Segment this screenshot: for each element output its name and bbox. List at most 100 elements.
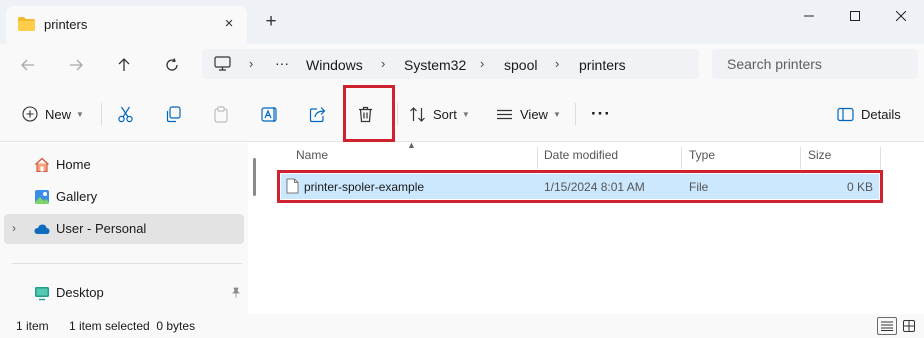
share-icon bbox=[309, 106, 326, 122]
tab-title: printers bbox=[44, 17, 88, 32]
sort-label: Sort bbox=[433, 106, 457, 122]
refresh-icon bbox=[166, 58, 178, 71]
sidebar-item-label: User - Personal bbox=[56, 221, 147, 236]
breadcrumb-separator: › bbox=[480, 56, 485, 71]
home-icon bbox=[34, 157, 50, 173]
chevron-down-icon: ▼ bbox=[461, 109, 470, 119]
more-options-button[interactable]: ··· bbox=[591, 100, 611, 128]
gallery-icon bbox=[34, 189, 50, 205]
status-bar: 1 item 1 item selected 0 bytes bbox=[0, 314, 924, 338]
breadcrumb-windows[interactable]: Windows bbox=[306, 57, 363, 73]
navigation-pane: Home Gallery › User - Personal Desktop bbox=[0, 143, 248, 314]
paste-button[interactable] bbox=[213, 100, 230, 128]
chevron-down-icon: ▼ bbox=[552, 109, 561, 119]
view-button[interactable]: View ▼ bbox=[496, 100, 561, 128]
details-view-button[interactable] bbox=[877, 317, 897, 335]
share-button[interactable] bbox=[309, 100, 326, 128]
column-divider[interactable] bbox=[800, 147, 801, 169]
details-label: Details bbox=[861, 106, 901, 122]
tiles-view-button[interactable] bbox=[899, 317, 919, 335]
more-icon: ··· bbox=[591, 104, 611, 123]
breadcrumb-separator: › bbox=[381, 56, 386, 71]
minimize-icon bbox=[804, 15, 814, 17]
rename-icon bbox=[261, 106, 277, 122]
plus-circle-icon bbox=[22, 106, 38, 122]
breadcrumb-printers[interactable]: printers bbox=[579, 57, 626, 73]
sort-button[interactable]: Sort ▼ bbox=[409, 100, 470, 128]
folder-icon bbox=[18, 17, 35, 31]
sidebar-item-user-personal[interactable]: › User - Personal bbox=[4, 214, 244, 244]
tiles-view-icon bbox=[903, 320, 915, 332]
maximize-button[interactable] bbox=[832, 0, 878, 32]
address-row: › ··· Windows › System32 › spool › print… bbox=[0, 44, 924, 86]
sidebar-scrollbar[interactable] bbox=[253, 158, 256, 196]
close-tab-icon[interactable]: × bbox=[220, 15, 238, 33]
sort-icon bbox=[410, 106, 425, 122]
paste-icon bbox=[214, 105, 228, 123]
column-divider[interactable] bbox=[681, 147, 682, 169]
column-divider[interactable] bbox=[880, 147, 881, 169]
row-highlight-box bbox=[277, 170, 883, 203]
this-pc-icon bbox=[214, 56, 231, 74]
search-box[interactable]: Search printers bbox=[712, 49, 918, 79]
column-divider[interactable] bbox=[537, 147, 538, 169]
sidebar-item-label: Desktop bbox=[56, 285, 104, 300]
delete-highlight-box bbox=[343, 85, 395, 142]
pin-icon[interactable] bbox=[230, 286, 241, 301]
rename-button[interactable] bbox=[261, 100, 279, 128]
refresh-button[interactable] bbox=[158, 52, 186, 78]
forward-button[interactable] bbox=[62, 52, 90, 78]
scissors-icon bbox=[118, 106, 133, 122]
breadcrumb-separator: › bbox=[555, 56, 560, 71]
up-button[interactable] bbox=[110, 52, 138, 78]
maximize-icon bbox=[850, 11, 860, 21]
cut-button[interactable] bbox=[117, 100, 134, 128]
copy-icon bbox=[166, 105, 181, 122]
divider bbox=[575, 103, 576, 125]
desktop-icon bbox=[34, 285, 50, 301]
sidebar-item-gallery[interactable]: Gallery bbox=[4, 182, 244, 212]
view-label: View bbox=[520, 106, 548, 122]
chevron-right-icon[interactable]: › bbox=[12, 221, 16, 235]
arrow-left-icon bbox=[21, 59, 34, 71]
chevron-up-icon[interactable]: ▲ bbox=[407, 140, 416, 150]
onedrive-icon bbox=[34, 221, 50, 237]
close-icon bbox=[896, 11, 906, 21]
minimize-button[interactable] bbox=[786, 0, 832, 32]
sidebar-item-label: Home bbox=[56, 157, 91, 172]
selection-info: 1 item selected 0 bytes bbox=[69, 319, 196, 333]
sidebar-item-home[interactable]: Home bbox=[4, 150, 244, 180]
new-label: New bbox=[45, 106, 72, 122]
sidebar-item-label: Gallery bbox=[56, 189, 98, 204]
item-count: 1 item bbox=[16, 319, 49, 333]
arrow-right-icon bbox=[70, 59, 83, 71]
search-input[interactable]: Search printers bbox=[727, 56, 822, 72]
back-button[interactable] bbox=[14, 52, 42, 78]
divider bbox=[101, 103, 102, 125]
details-pane-icon bbox=[837, 107, 854, 121]
tab-printers[interactable]: printers × bbox=[6, 6, 247, 44]
title-bar: printers × + bbox=[0, 0, 924, 44]
column-header-name[interactable]: Name bbox=[296, 148, 328, 168]
details-button[interactable]: Details bbox=[837, 100, 901, 128]
column-header-size[interactable]: Size bbox=[808, 148, 831, 168]
new-tab-icon[interactable]: + bbox=[262, 12, 280, 31]
arrow-up-icon bbox=[118, 58, 130, 71]
chevron-down-icon: ▼ bbox=[76, 109, 84, 119]
divider bbox=[397, 103, 398, 125]
breadcrumb-system32[interactable]: System32 bbox=[404, 57, 466, 73]
view-list-icon bbox=[497, 109, 512, 119]
address-bar[interactable]: › ··· Windows › System32 › spool › print… bbox=[202, 49, 699, 79]
close-window-button[interactable] bbox=[878, 0, 924, 32]
sidebar-item-desktop[interactable]: Desktop bbox=[4, 278, 244, 308]
breadcrumb-separator: › bbox=[249, 56, 254, 71]
new-button[interactable]: New ▼ bbox=[22, 100, 84, 128]
copy-button[interactable] bbox=[165, 100, 182, 128]
breadcrumb-overflow[interactable]: ··· bbox=[275, 55, 289, 71]
details-view-icon bbox=[881, 321, 893, 331]
column-header-date-modified[interactable]: Date modified bbox=[544, 148, 618, 168]
breadcrumb-spool[interactable]: spool bbox=[504, 57, 537, 73]
column-header-type[interactable]: Type bbox=[689, 148, 715, 168]
command-bar: New ▼ Sort ▼ View ▼ ··· Details bbox=[0, 86, 924, 142]
divider bbox=[12, 263, 242, 264]
